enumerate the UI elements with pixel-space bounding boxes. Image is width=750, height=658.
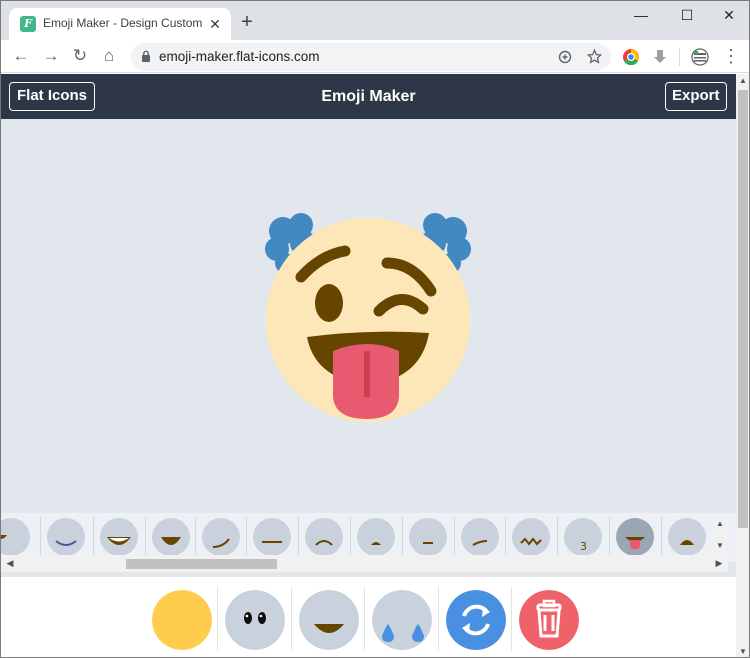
tab-close-icon[interactable]: ✕ bbox=[206, 15, 224, 33]
home-button[interactable]: ⌂ bbox=[97, 45, 121, 69]
minimize-button[interactable]: — bbox=[623, 5, 659, 27]
parts-vertical-scrollbar[interactable]: ▲ ▼ bbox=[712, 516, 728, 554]
part-divider bbox=[661, 517, 662, 557]
part-mouth-smirk[interactable] bbox=[201, 517, 241, 557]
part-mouth-wavy[interactable] bbox=[511, 517, 551, 557]
delete-tool[interactable] bbox=[519, 590, 579, 650]
browser-tab[interactable]: F Emoji Maker - Design Custom E ✕ bbox=[9, 8, 231, 40]
maximize-button[interactable]: ☐ bbox=[669, 5, 705, 27]
part-mouth-slant[interactable] bbox=[460, 517, 500, 557]
part-mouth-kiss[interactable]: 3 bbox=[563, 517, 603, 557]
zoom-icon[interactable] bbox=[555, 47, 575, 67]
tab-title: Emoji Maker - Design Custom E bbox=[43, 16, 203, 30]
face-color-tool[interactable] bbox=[152, 590, 212, 650]
browser-toolbar: ← → ↻ ⌂ emoji-maker.flat-icons.com ⋮ bbox=[1, 40, 749, 73]
extras-tool[interactable] bbox=[372, 590, 432, 650]
scroll-left-icon[interactable]: ◀ bbox=[3, 557, 17, 570]
tool-divider bbox=[217, 587, 218, 651]
toolbar-divider bbox=[679, 48, 680, 66]
app-title: Emoji Maker bbox=[321, 88, 416, 105]
tool-divider bbox=[364, 587, 365, 651]
part-mouth-partial[interactable] bbox=[1, 517, 31, 557]
page-viewport: Flat Icons Emoji Maker Export 3 ▲ ▼ ◀ ▶ bbox=[1, 74, 736, 657]
extension-chrome-icon[interactable] bbox=[622, 48, 640, 66]
menu-icon[interactable]: ⋮ bbox=[721, 46, 741, 68]
browser-window: F Emoji Maker - Design Custom E ✕ + — ☐ … bbox=[0, 0, 750, 658]
back-button[interactable]: ← bbox=[9, 45, 33, 69]
part-divider bbox=[298, 517, 299, 557]
part-divider bbox=[40, 517, 41, 557]
part-mouth-flat[interactable] bbox=[252, 517, 292, 557]
part-mouth-small-frown[interactable] bbox=[356, 517, 396, 557]
emoji-preview bbox=[265, 213, 471, 422]
part-mouth-tongue-selected[interactable] bbox=[615, 517, 655, 557]
new-tab-button[interactable]: + bbox=[237, 12, 257, 33]
part-divider bbox=[350, 517, 351, 557]
download-icon[interactable] bbox=[651, 48, 669, 66]
emoji-canvas bbox=[1, 119, 736, 512]
part-mouth-smile-purple[interactable] bbox=[46, 517, 86, 557]
part-mouth-open-smile[interactable] bbox=[151, 517, 191, 557]
part-divider bbox=[246, 517, 247, 557]
lock-icon bbox=[142, 50, 150, 62]
mouth-tool[interactable] bbox=[299, 590, 359, 650]
part-mouth-small-flat[interactable] bbox=[408, 517, 448, 557]
tool-divider bbox=[438, 587, 439, 651]
part-divider bbox=[454, 517, 455, 557]
app-header: Flat Icons Emoji Maker Export bbox=[1, 74, 736, 119]
export-button[interactable]: Export bbox=[665, 82, 727, 111]
favicon-icon: F bbox=[20, 16, 36, 32]
part-divider bbox=[93, 517, 94, 557]
part-divider bbox=[145, 517, 146, 557]
svg-text:3: 3 bbox=[580, 540, 587, 553]
extension-grid-icon[interactable] bbox=[690, 48, 710, 66]
left-eye bbox=[315, 284, 343, 322]
page-scrollbar[interactable]: ▲ ▼ bbox=[736, 74, 749, 657]
part-mouth-open-frown[interactable] bbox=[667, 517, 707, 557]
part-divider bbox=[609, 517, 610, 557]
part-divider bbox=[505, 517, 506, 557]
url-text: emoji-maker.flat-icons.com bbox=[159, 49, 320, 64]
bookmark-star-icon[interactable] bbox=[584, 47, 604, 67]
address-bar[interactable]: emoji-maker.flat-icons.com bbox=[131, 43, 611, 71]
page-scroll-thumb[interactable] bbox=[738, 90, 748, 528]
flat-icons-button[interactable]: Flat Icons bbox=[9, 82, 96, 111]
part-divider bbox=[402, 517, 403, 557]
reload-button[interactable]: ↻ bbox=[68, 45, 92, 69]
randomize-tool[interactable] bbox=[446, 590, 506, 650]
scroll-right-icon[interactable]: ▶ bbox=[712, 557, 726, 570]
tool-divider bbox=[511, 587, 512, 651]
tool-divider bbox=[291, 587, 292, 651]
close-window-button[interactable]: ✕ bbox=[711, 5, 747, 27]
scroll-thumb[interactable] bbox=[126, 559, 277, 569]
part-divider bbox=[557, 517, 558, 557]
part-mouth-frown[interactable] bbox=[304, 517, 344, 557]
tools-bar bbox=[1, 576, 736, 657]
forward-button[interactable]: → bbox=[39, 45, 63, 69]
parts-horizontal-scrollbar[interactable]: ◀ ▶ bbox=[1, 555, 728, 572]
part-mouth-grin-teeth[interactable] bbox=[99, 517, 139, 557]
eyes-tool[interactable] bbox=[225, 590, 285, 650]
tab-strip: F Emoji Maker - Design Custom E ✕ + — ☐ … bbox=[1, 1, 749, 40]
part-divider bbox=[195, 517, 196, 557]
